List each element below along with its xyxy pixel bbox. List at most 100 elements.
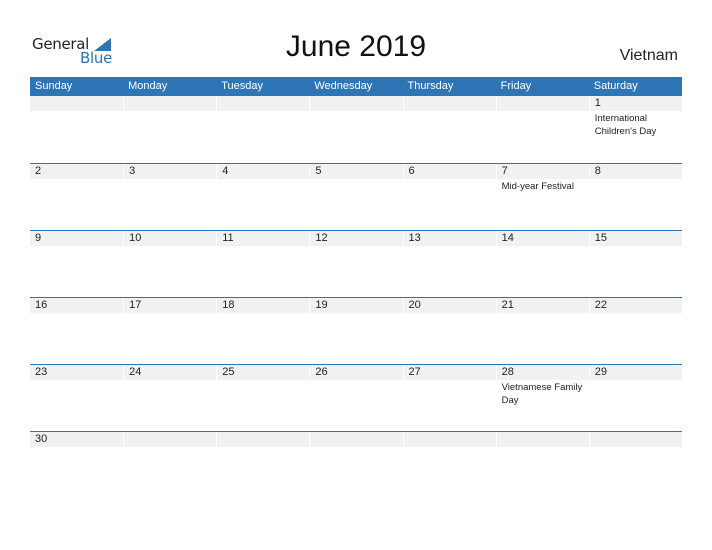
weekday-sunday: Sunday	[35, 80, 73, 92]
day-cell: 22	[588, 298, 682, 364]
day-number: 15	[594, 232, 607, 244]
day-number: 1	[594, 97, 601, 109]
day-number: 20	[408, 299, 421, 311]
weekday-monday: Monday	[128, 80, 168, 92]
day-number	[502, 96, 589, 111]
day-number: 8	[594, 165, 601, 177]
day-number	[409, 96, 496, 111]
day-cell	[402, 96, 496, 163]
day-cell: 27	[402, 365, 496, 431]
day-cell	[495, 96, 589, 163]
weekday-tuesday: Tuesday	[221, 80, 264, 92]
day-number	[315, 96, 402, 111]
day-number: 13	[408, 232, 421, 244]
day-number	[315, 432, 402, 447]
day-cell: 14	[495, 231, 589, 297]
day-cell: 15	[588, 231, 682, 297]
day-number: 22	[594, 299, 607, 311]
day-cell: 23	[30, 365, 123, 431]
day-cell: 9	[30, 231, 123, 297]
day-cell: 19	[309, 298, 402, 364]
day-cell	[123, 432, 216, 447]
day-number	[129, 96, 216, 111]
week-row: 2 3 4 5 6 7 Mid-year Festival 8	[30, 163, 682, 230]
day-number: 27	[408, 366, 421, 378]
day-cell	[216, 96, 309, 163]
day-number	[595, 432, 682, 447]
day-number: 29	[594, 366, 607, 378]
day-cell: 28 Vietnamese Family Day	[495, 365, 589, 431]
day-cell	[402, 432, 496, 447]
day-cell: 6	[402, 164, 496, 230]
day-number	[129, 432, 216, 447]
day-number: 3	[129, 165, 136, 177]
day-cell: 12	[309, 231, 402, 297]
day-cell: 17	[123, 298, 216, 364]
day-number: 5	[315, 165, 322, 177]
day-number: 6	[408, 165, 415, 177]
day-cell: 1 International Children's Day	[588, 96, 682, 163]
week-row: 16 17 18 19 20 21 22	[30, 297, 682, 364]
day-number: 9	[35, 232, 42, 244]
day-number	[222, 96, 309, 111]
day-number: 16	[35, 299, 48, 311]
day-number: 4	[222, 165, 229, 177]
day-cell: 13	[402, 231, 496, 297]
week-row: 23 24 25 26 27 28 Vietnamese Family Day 29	[30, 364, 682, 431]
day-number: 11	[222, 232, 234, 244]
day-cell: 21	[495, 298, 589, 364]
day-cell: 11	[216, 231, 309, 297]
day-cell: 26	[309, 365, 402, 431]
day-cell	[588, 432, 682, 447]
day-cell	[123, 96, 216, 163]
calendar-title: June 2019	[285, 30, 427, 63]
day-cell: 3	[123, 164, 216, 230]
day-number: 10	[129, 232, 142, 244]
day-cell: 25	[216, 365, 309, 431]
day-number: 7	[501, 165, 508, 177]
holiday-label: International Children's Day	[594, 113, 657, 137]
day-cell: 29	[588, 365, 682, 431]
weekday-wednesday: Wednesday	[314, 80, 373, 92]
day-number: 23	[35, 366, 48, 378]
day-cell: 7 Mid-year Festival	[495, 164, 589, 230]
day-cell	[30, 96, 123, 163]
day-cell: 30	[30, 432, 123, 447]
day-cell: 18	[216, 298, 309, 364]
day-number: 28	[501, 366, 514, 378]
country-label: Vietnam	[619, 47, 678, 64]
weekday-saturday: Saturday	[593, 80, 638, 92]
day-cell	[309, 432, 402, 447]
day-number: 21	[501, 299, 514, 311]
week-row: 30	[30, 431, 682, 447]
week-row: 1 International Children's Day	[30, 96, 682, 163]
day-cell: 20	[402, 298, 496, 364]
weekday-thursday: Thursday	[407, 80, 454, 92]
day-cell: 5	[309, 164, 402, 230]
weeks-container: 1 International Children's Day 2 3 4 5 6 7 Mid-y…	[30, 96, 682, 447]
day-number	[35, 96, 123, 111]
day-number: 2	[35, 165, 42, 177]
day-number: 12	[315, 232, 328, 244]
day-number: 17	[129, 299, 142, 311]
calendar-grid: Sunday Monday Tuesday Wednesday Thursday…	[30, 77, 682, 447]
day-cell	[495, 432, 589, 447]
holiday-label: Vietnamese Family Day	[501, 382, 583, 406]
weekday-friday: Friday	[500, 80, 532, 92]
day-cell: 24	[123, 365, 216, 431]
day-cell: 16	[30, 298, 123, 364]
day-number: 24	[129, 366, 142, 378]
day-cell: 4	[216, 164, 309, 230]
day-number: 25	[222, 366, 235, 378]
holiday-label: Mid-year Festival	[501, 181, 574, 192]
day-number	[222, 432, 309, 447]
day-cell	[309, 96, 402, 163]
day-number: 30	[35, 433, 48, 445]
day-number: 19	[315, 299, 328, 311]
day-cell	[216, 432, 309, 447]
day-number: 26	[315, 366, 328, 378]
day-number	[502, 432, 589, 447]
weekday-header: Sunday Monday Tuesday Wednesday Thursday…	[30, 77, 682, 96]
day-number	[409, 432, 496, 447]
day-number: 18	[222, 299, 235, 311]
